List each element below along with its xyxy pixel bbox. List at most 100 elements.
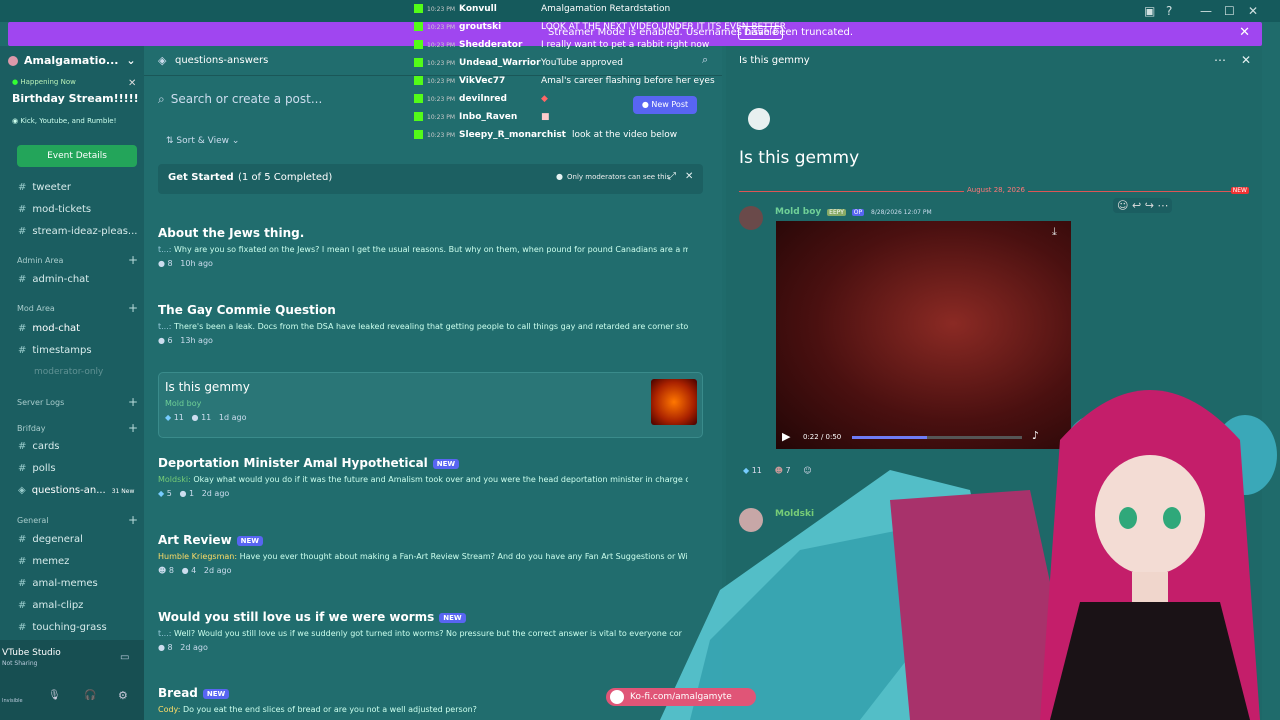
- user-panel: VTube Studio Not Sharing ▭ Invisible 🎙 🎧…: [0, 640, 144, 720]
- close-banner-icon[interactable]: ✕: [1239, 25, 1250, 40]
- post-author: Moldski:: [158, 475, 191, 484]
- more-options-icon[interactable]: ⋯: [1214, 53, 1226, 67]
- screen-share-icon[interactable]: ▭: [120, 652, 129, 663]
- inbox-icon[interactable]: ▣: [1144, 4, 1155, 18]
- post-card[interactable]: Would you still love us if we were worms…: [158, 610, 703, 652]
- expand-icon[interactable]: ⤢: [668, 171, 676, 182]
- message-timestamp: 8/28/2026 12:07 PM: [871, 209, 932, 216]
- channel-amal-clipz[interactable]: # amal-clipz: [18, 600, 83, 611]
- channel-cards[interactable]: # cards: [18, 441, 60, 452]
- channel-timestamps[interactable]: # timestamps: [18, 345, 92, 356]
- message-actions: ☺ ↩ ↪ ⋯: [1113, 198, 1173, 213]
- post-card[interactable]: About the Jews thing. t...: Why are you …: [158, 226, 703, 268]
- channel-admin-chat[interactable]: # admin-chat: [18, 274, 89, 285]
- more-icon[interactable]: ⋯: [1157, 199, 1168, 212]
- like-count: 8: [168, 566, 174, 575]
- close-icon[interactable]: ✕: [685, 171, 693, 182]
- reply-icon: ●: [158, 643, 165, 652]
- search-placeholder: Search or create a post...: [170, 92, 323, 106]
- mod-note: Only moderators can see this: [567, 173, 671, 181]
- close-event-icon[interactable]: ✕: [128, 78, 136, 89]
- post-title: Bread: [158, 686, 198, 700]
- minimize-icon[interactable]: —: [1200, 4, 1212, 18]
- channel-memez[interactable]: # memez: [18, 556, 69, 567]
- stream-chat-overlay: 10:23 PM Konvull Amalgamation Retardstatio…: [414, 0, 786, 145]
- new-marker: NEW: [1230, 187, 1249, 194]
- kick-icon: [414, 130, 423, 139]
- chat-time: 10:23 PM: [427, 24, 455, 31]
- post-card-selected[interactable]: Is this gemmy Mold boy ◆ 11 ● 11 1d ago: [158, 372, 703, 438]
- headphones-icon[interactable]: 🎧: [84, 690, 96, 701]
- hash-icon: #: [18, 556, 27, 567]
- server-icon: [8, 56, 18, 66]
- hash-icon: #: [18, 345, 27, 356]
- post-preview: Why are you so fixated on the Jews? I me…: [174, 245, 688, 254]
- category-general[interactable]: General: [17, 516, 49, 525]
- server-header[interactable]: Amalgamatio... ⌄: [8, 54, 138, 70]
- add-channel-icon[interactable]: +: [128, 421, 138, 435]
- channel-label: mod-tickets: [32, 204, 92, 215]
- post-card[interactable]: Deportation Minister Amal Hypothetical NE…: [158, 456, 703, 498]
- close-window-icon[interactable]: ✕: [1248, 4, 1258, 18]
- settings-gear-icon[interactable]: ⚙: [118, 689, 128, 702]
- maximize-icon[interactable]: ☐: [1224, 4, 1235, 18]
- add-channel-icon[interactable]: +: [128, 301, 138, 315]
- post-card[interactable]: Art Review NEW Humble Kriegsman: Have you…: [158, 533, 703, 575]
- user-status: Invisible: [2, 698, 23, 704]
- get-started-title: Get Started: [168, 172, 234, 183]
- get-started-card[interactable]: Get Started (1 of 5 Completed) ● Only mo…: [158, 164, 703, 194]
- chat-line: 10:23 PM Undead_WarriorYouTube approved: [414, 58, 623, 68]
- channel-polls[interactable]: # polls: [18, 463, 56, 474]
- location-icon: ◉: [12, 117, 19, 125]
- category-brifday[interactable]: Brifday: [17, 424, 46, 433]
- channel-tweeter[interactable]: # tweeter: [18, 182, 71, 193]
- forward-icon[interactable]: ↪: [1145, 199, 1154, 212]
- post-author: Humble Kriegsman:: [158, 552, 238, 561]
- kick-icon: [414, 112, 423, 121]
- reply-icon[interactable]: ↩: [1132, 199, 1141, 212]
- post-author: t...:: [158, 245, 172, 254]
- channel-amal-memes[interactable]: # amal-memes: [18, 578, 98, 589]
- sort-label: Sort & View: [176, 136, 229, 146]
- add-channel-icon[interactable]: +: [128, 513, 138, 527]
- event-details-button[interactable]: Event Details: [17, 145, 137, 167]
- chat-message: look at the video below: [571, 130, 678, 140]
- get-started-progress: (1 of 5 Completed): [238, 172, 333, 183]
- channel-label: amal-clipz: [32, 600, 84, 611]
- kofi-link[interactable]: Ko-fi.com/amalgamyte: [606, 688, 756, 706]
- microphone-icon[interactable]: 🎙: [48, 690, 61, 701]
- channel-questions-answers[interactable]: ◈ questions-an... 31 New: [18, 485, 134, 496]
- chat-line: 10:23 PM VikVec77 Amal's career flashing b…: [414, 76, 715, 86]
- add-channel-icon[interactable]: +: [128, 253, 138, 267]
- channel-label: questions-an...: [31, 485, 106, 496]
- new-tag: NEW: [202, 688, 230, 699]
- reaction-icon[interactable]: ☺: [1117, 199, 1128, 212]
- thread-bubble-icon: [748, 108, 770, 130]
- add-channel-icon[interactable]: +: [128, 395, 138, 409]
- help-icon[interactable]: ?: [1166, 4, 1172, 18]
- sort-view-dropdown[interactable]: ⇅ Sort & View ⌄: [166, 136, 239, 146]
- category-server-logs[interactable]: Server Logs: [17, 398, 64, 407]
- author-name[interactable]: Mold boy: [775, 207, 821, 217]
- channel-label: polls: [32, 463, 56, 474]
- chat-name: devilnred: [459, 94, 507, 104]
- post-card[interactable]: The Gay Commie Question t...: There's be…: [158, 303, 703, 345]
- reply-count: 11: [201, 413, 212, 422]
- forum-search-input[interactable]: ⌕ Search or create a post...: [158, 92, 428, 116]
- category-mod[interactable]: Mod Area: [17, 304, 55, 313]
- channel-label: memez: [32, 556, 70, 567]
- download-icon[interactable]: ⤓: [1052, 225, 1057, 239]
- channel-touching-grass[interactable]: # touching-grass: [18, 622, 107, 633]
- channel-label: moderator-only: [34, 367, 104, 377]
- channel-degeneral[interactable]: # degeneral: [18, 534, 83, 545]
- channel-moderator-only[interactable]: moderator-only: [18, 367, 103, 377]
- close-thread-icon[interactable]: ✕: [1241, 53, 1251, 67]
- reply-count: 1: [188, 489, 195, 498]
- hash-icon: #: [18, 622, 27, 633]
- category-admin[interactable]: Admin Area: [17, 256, 63, 265]
- channel-stream-ideaz[interactable]: # stream-ideaz-pleas...: [18, 226, 137, 237]
- channel-mod-tickets[interactable]: # mod-tickets: [18, 204, 91, 215]
- channel-mod-chat[interactable]: # mod-chat: [18, 323, 80, 334]
- emote-icon: ■: [541, 112, 550, 122]
- hash-icon: #: [18, 600, 27, 611]
